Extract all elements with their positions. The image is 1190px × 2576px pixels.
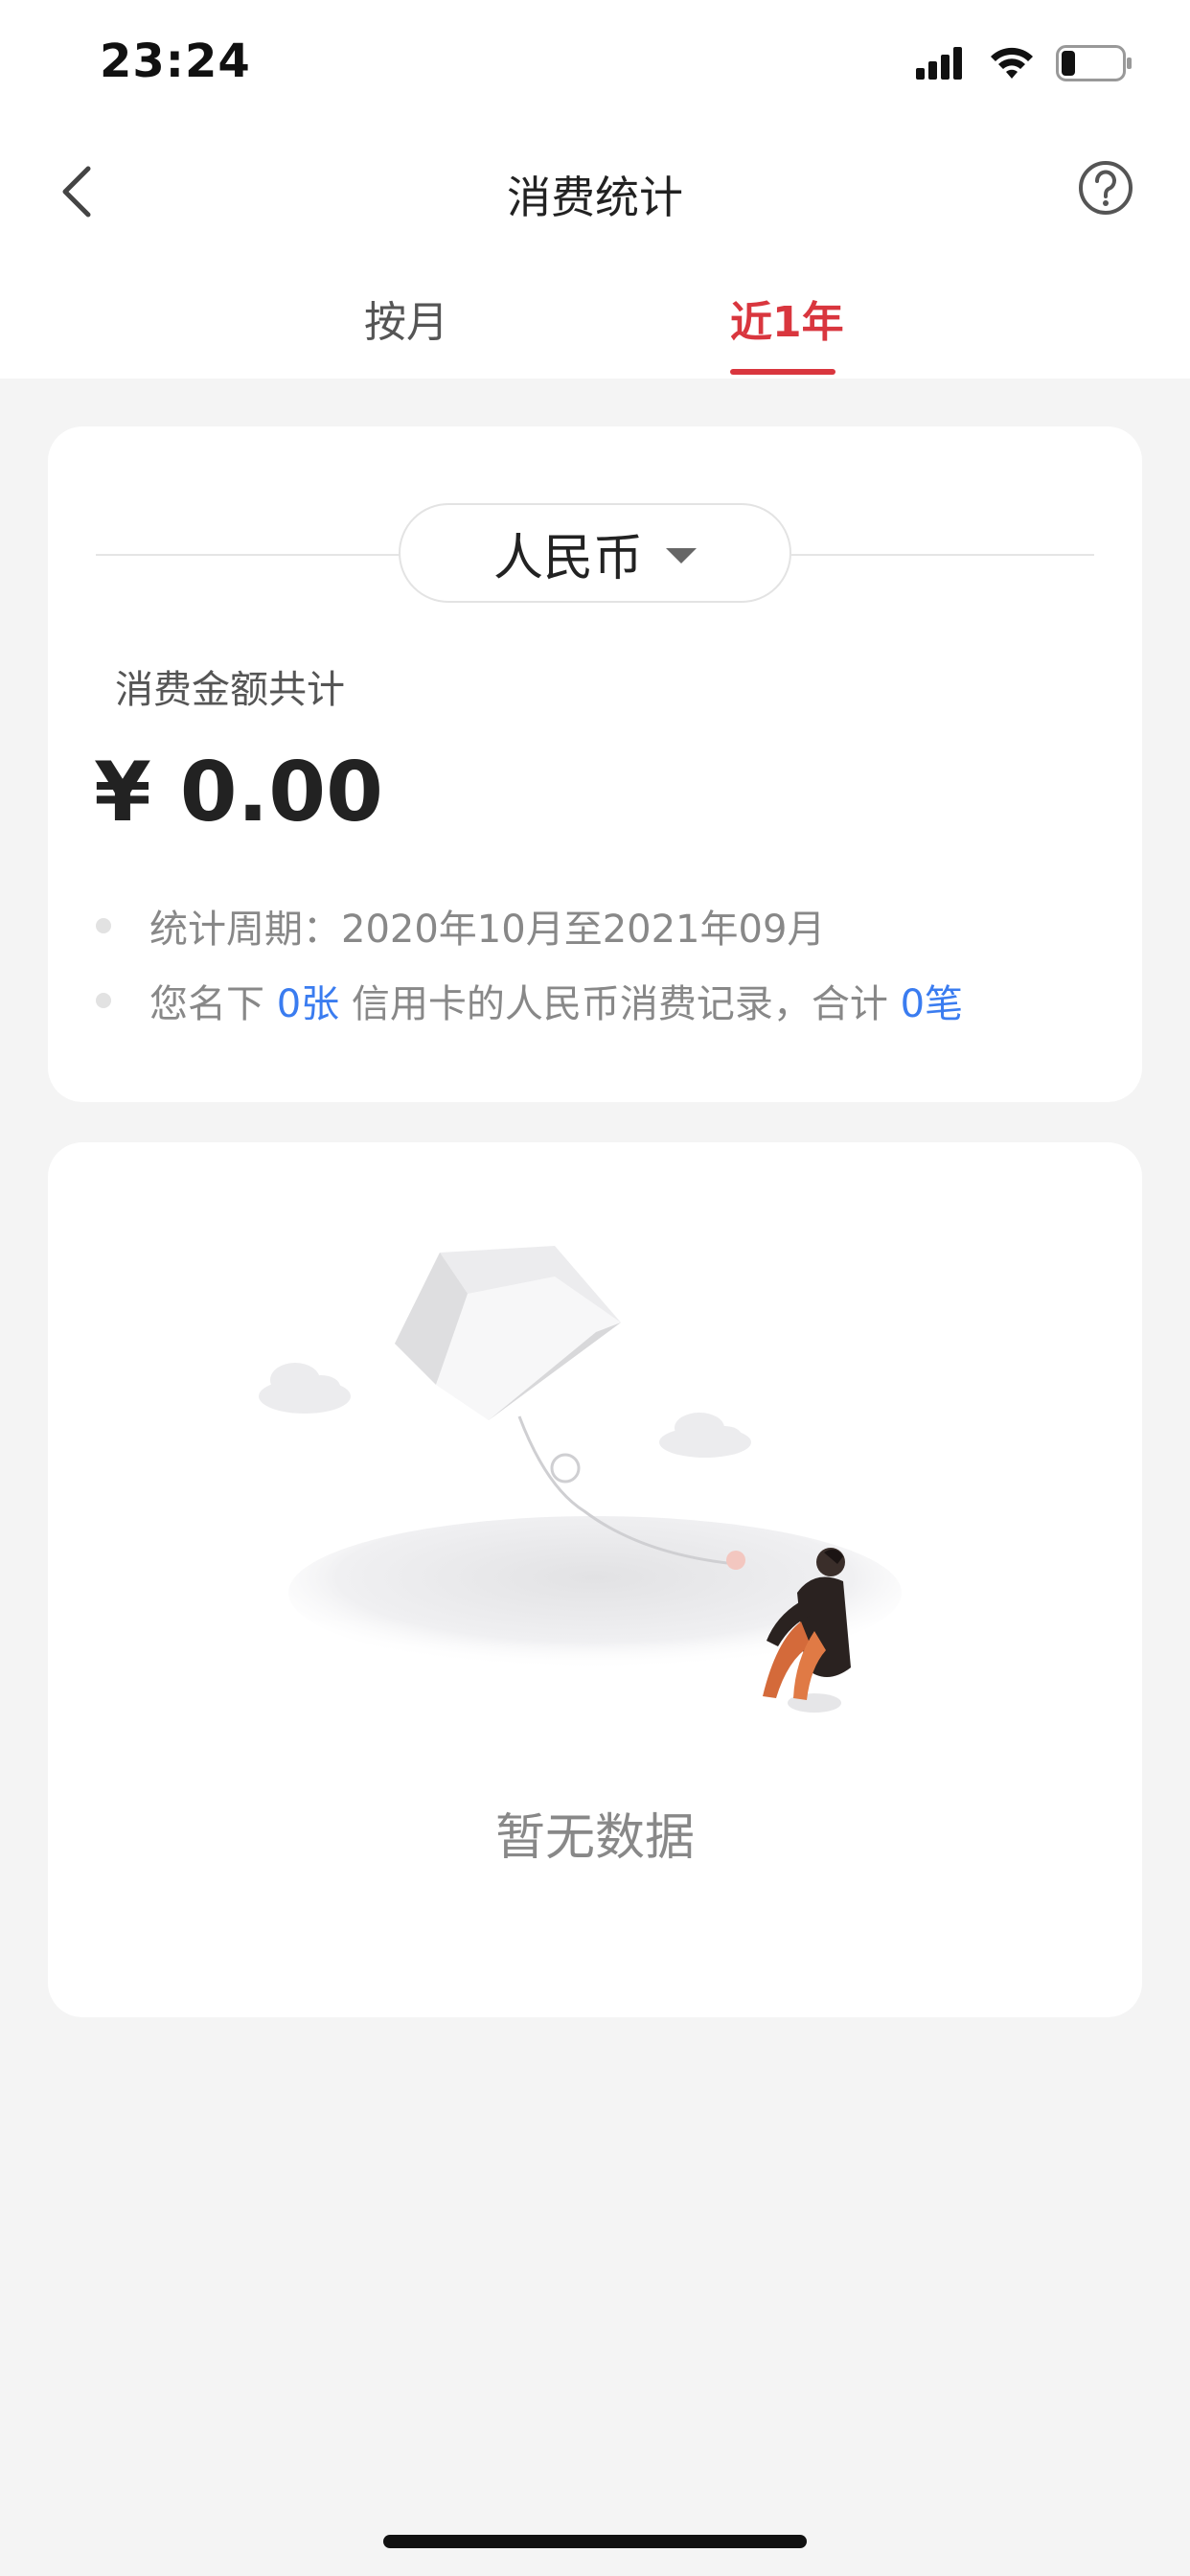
period-text: 统计周期：2020年10月至2021年09月 bbox=[149, 908, 826, 952]
divider bbox=[96, 554, 446, 556]
signal-icon bbox=[916, 47, 962, 80]
tab-by-month[interactable]: 按月 bbox=[364, 288, 448, 349]
status-bar: 23:24 bbox=[0, 0, 1190, 134]
empty-message: 暂无数据 bbox=[494, 1809, 695, 1867]
help-icon[interactable] bbox=[1077, 159, 1134, 217]
home-indicator[interactable] bbox=[383, 2535, 807, 2548]
total-amount: ¥ 0.00 bbox=[94, 745, 383, 840]
summary-card: 人民币 消费金额共计 ¥ 0.00 统计周期：2020年10月至2021年09月… bbox=[48, 426, 1142, 1102]
currency-label: 人民币 bbox=[492, 529, 643, 587]
nav-bar: 消费统计 bbox=[0, 134, 1190, 244]
paper-kite-icon bbox=[395, 1246, 621, 1420]
cloud-right-icon bbox=[659, 1413, 751, 1458]
battery-icon bbox=[1056, 45, 1132, 81]
record-row: 您名下 0张 信用卡的人民币消费记录，合计 0笔 bbox=[94, 973, 963, 1028]
cloud-left-icon bbox=[259, 1363, 351, 1414]
record-prefix: 您名下 bbox=[149, 982, 277, 1026]
spool-icon bbox=[726, 1551, 745, 1570]
caret-down-icon bbox=[666, 548, 697, 564]
tab-bar: 按月 近1年 bbox=[0, 278, 1190, 379]
divider bbox=[791, 554, 1094, 556]
record-count: 0笔 bbox=[900, 982, 964, 1026]
record-middle: 信用卡的人民币消费记录，合计 bbox=[339, 982, 901, 1026]
status-icons bbox=[916, 42, 1133, 84]
status-time: 23:24 bbox=[100, 34, 251, 88]
bullet-icon bbox=[96, 993, 111, 1008]
wifi-icon bbox=[991, 47, 1033, 79]
header: 23:24 消费统计 按月 近1年 bbox=[0, 0, 1190, 379]
string-ring bbox=[550, 1453, 581, 1484]
card-count: 0张 bbox=[276, 982, 340, 1026]
empty-illustration bbox=[259, 1246, 902, 1713]
page-title: 消费统计 bbox=[507, 172, 683, 223]
tab-last-year[interactable]: 近1年 bbox=[730, 288, 844, 349]
total-label: 消费金额共计 bbox=[115, 668, 345, 712]
period-row: 统计周期：2020年10月至2021年09月 bbox=[94, 898, 825, 954]
currency-selector[interactable]: 人民币 bbox=[399, 503, 791, 603]
active-tab-indicator bbox=[730, 369, 835, 375]
empty-state-card: 暂无数据 bbox=[48, 1142, 1142, 2017]
bullet-icon bbox=[96, 918, 111, 933]
